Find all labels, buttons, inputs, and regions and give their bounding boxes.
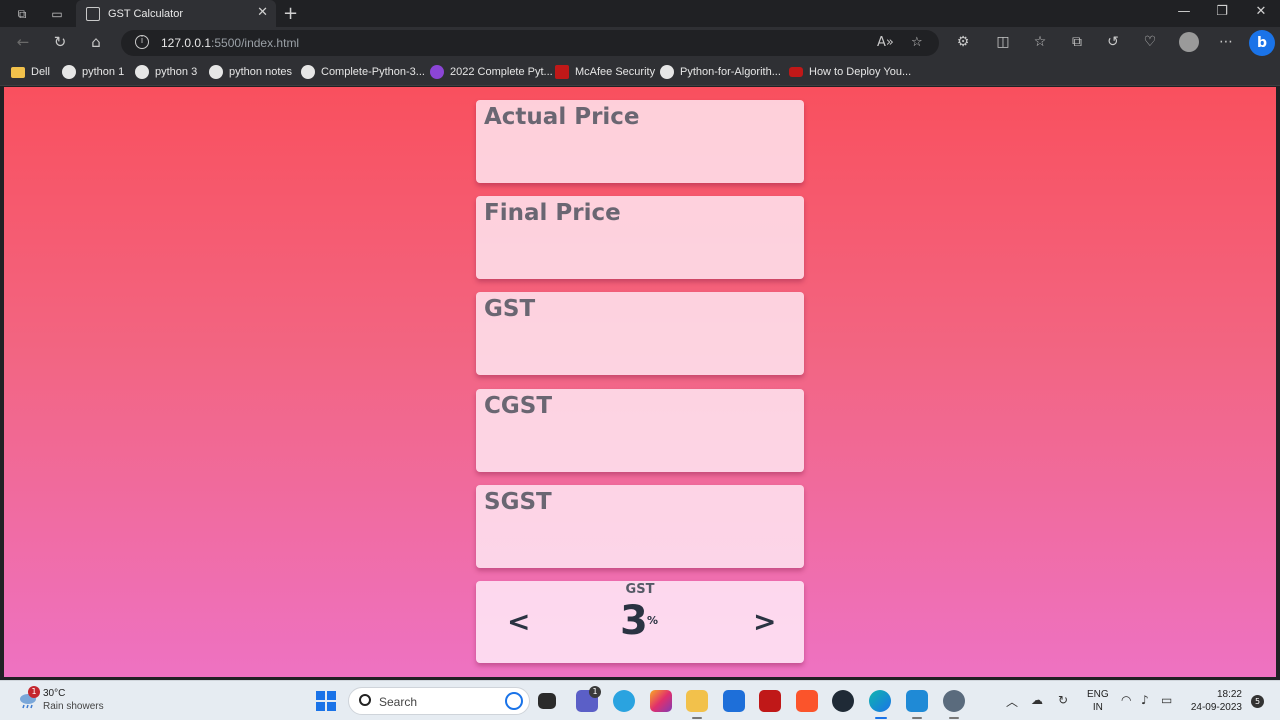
- github-icon: [660, 65, 674, 79]
- cgst-card[interactable]: CGST: [476, 389, 804, 472]
- site-info-icon[interactable]: i: [135, 35, 149, 49]
- task-view-icon[interactable]: [538, 693, 556, 709]
- sgst-label: SGST: [484, 489, 552, 515]
- file-explorer-indicator: [692, 717, 702, 719]
- tab-title: GST Calculator: [108, 7, 183, 20]
- bing-copilot-icon[interactable]: b: [1249, 30, 1275, 56]
- youtube-icon: [789, 67, 803, 77]
- mcafee-icon: [555, 65, 569, 79]
- teams-badge: 1: [589, 686, 601, 698]
- home-icon[interactable]: ⌂: [86, 33, 106, 51]
- search-icon: [359, 694, 371, 706]
- gst-card[interactable]: GST: [476, 292, 804, 375]
- final-price-label: Final Price: [484, 200, 621, 226]
- title-bar: ⧉ ▭ GST Calculator ✕ + — ❐ ✕: [0, 0, 1280, 27]
- read-aloud-icon[interactable]: A»: [877, 35, 894, 50]
- more-options-icon[interactable]: ⋯: [1216, 34, 1236, 50]
- github-icon: [209, 65, 223, 79]
- folder-icon: [11, 66, 25, 78]
- bookmark-python-3[interactable]: python 3: [135, 64, 197, 80]
- navigation-bar: ← ↻ ⌂ i 127.0.0.1:5500/index.html A» ☆ ⚙…: [0, 27, 1280, 58]
- previous-rate-button[interactable]: <: [507, 605, 530, 638]
- weather-badge: 1: [28, 686, 40, 698]
- cgst-label: CGST: [484, 393, 553, 419]
- actual-price-label: Actual Price: [484, 104, 640, 130]
- github-icon: [135, 65, 149, 79]
- bookmark-python-for-algorithms[interactable]: Python-for-Algorith...: [660, 64, 781, 80]
- new-tab-icon[interactable]: +: [283, 3, 298, 24]
- notification-badge[interactable]: 5: [1251, 695, 1264, 708]
- gst-rate-unit: %: [647, 614, 659, 627]
- bookmark-complete-python[interactable]: Complete-Python-3...: [301, 64, 425, 80]
- gst-rate-value: 3: [620, 598, 648, 644]
- address-bar[interactable]: i 127.0.0.1:5500/index.html A» ☆: [121, 30, 939, 56]
- minimize-icon[interactable]: —: [1174, 4, 1194, 19]
- actual-price-card[interactable]: Actual Price: [476, 100, 804, 183]
- close-tab-icon[interactable]: ✕: [257, 5, 268, 20]
- bing-search-icon: [505, 692, 523, 710]
- browser-essentials-icon[interactable]: ♡: [1140, 34, 1160, 50]
- workspaces-icon[interactable]: ⧉: [14, 6, 30, 22]
- sgst-card[interactable]: SGST: [476, 485, 804, 568]
- gst-label: GST: [484, 296, 536, 322]
- bookmark-python-notes[interactable]: python notes: [209, 64, 292, 80]
- github-icon: [301, 65, 315, 79]
- vscode-indicator: [912, 717, 922, 719]
- gst-rate-label: GST: [625, 582, 655, 597]
- close-window-icon[interactable]: ✕: [1251, 4, 1271, 19]
- windows-start-icon[interactable]: [316, 691, 336, 711]
- microsoft-store-icon[interactable]: [723, 690, 745, 712]
- collections-icon[interactable]: ⧉: [1067, 34, 1087, 50]
- favorite-star-icon[interactable]: ☆: [911, 35, 923, 50]
- refresh-icon[interactable]: ↻: [50, 33, 70, 51]
- edge-browser-icon[interactable]: [869, 690, 891, 712]
- sync-icon[interactable]: ↻: [1058, 693, 1068, 707]
- taskbar: 1 30°C Rain showers Search 1 ︿ ☁ ↻ ENG IN…: [0, 680, 1280, 720]
- bookmark-how-to-deploy[interactable]: How to Deploy You...: [789, 64, 911, 80]
- search-placeholder: Search: [379, 695, 418, 709]
- react-app-icon[interactable]: [832, 690, 854, 712]
- bookmark-2022-complete[interactable]: 2022 Complete Pyt...: [430, 64, 553, 80]
- bookmark-mcafee[interactable]: McAfee Security: [555, 64, 655, 80]
- history-icon[interactable]: ↺: [1103, 34, 1123, 50]
- settings-indicator: [949, 717, 959, 719]
- weather-temperature[interactable]: 30°C: [43, 688, 65, 699]
- battery-icon[interactable]: ▭: [1161, 693, 1172, 707]
- instagram-icon[interactable]: [650, 690, 672, 712]
- gst-rate-selector: GST < 3 % >: [476, 581, 804, 663]
- url-text[interactable]: 127.0.0.1:5500/index.html: [161, 36, 299, 50]
- telegram-icon[interactable]: [613, 690, 635, 712]
- system-clock[interactable]: 18:22 24-09-2023: [1186, 688, 1242, 714]
- udemy-icon: [430, 65, 444, 79]
- vscode-icon[interactable]: [906, 690, 928, 712]
- bookmarks-bar: Dell python 1 python 3 python notes Comp…: [0, 58, 1280, 86]
- onedrive-icon[interactable]: ☁: [1031, 693, 1043, 707]
- browser-tab[interactable]: GST Calculator ✕: [76, 0, 276, 27]
- taskbar-search[interactable]: Search: [348, 687, 530, 715]
- page-content: Actual Price Final Price GST CGST SGST G…: [4, 87, 1276, 677]
- volume-icon[interactable]: ♪: [1141, 693, 1149, 707]
- weather-description[interactable]: Rain showers: [43, 701, 104, 712]
- edge-active-indicator: [875, 717, 887, 719]
- extensions-icon[interactable]: ⚙: [953, 34, 973, 50]
- file-explorer-icon[interactable]: [686, 690, 708, 712]
- settings-icon[interactable]: [943, 690, 965, 712]
- show-hidden-icons[interactable]: ︿: [1006, 693, 1018, 710]
- page-icon: [86, 6, 100, 21]
- favorites-icon[interactable]: ☆: [1030, 34, 1050, 50]
- back-icon[interactable]: ←: [13, 33, 33, 51]
- bookmark-python-1[interactable]: python 1: [62, 64, 124, 80]
- split-screen-icon[interactable]: ◫: [993, 34, 1013, 50]
- tab-actions-icon[interactable]: ▭: [49, 6, 65, 22]
- github-icon: [62, 65, 76, 79]
- language-indicator[interactable]: ENG IN: [1087, 688, 1109, 714]
- next-rate-button[interactable]: >: [753, 605, 776, 638]
- brave-browser-icon[interactable]: [796, 690, 818, 712]
- mcafee-taskbar-icon[interactable]: [759, 690, 781, 712]
- restore-icon[interactable]: ❐: [1212, 4, 1232, 19]
- profile-avatar[interactable]: [1179, 32, 1199, 52]
- final-price-card[interactable]: Final Price: [476, 196, 804, 279]
- bookmark-dell[interactable]: Dell: [11, 64, 50, 80]
- wifi-icon[interactable]: ◠: [1121, 693, 1131, 707]
